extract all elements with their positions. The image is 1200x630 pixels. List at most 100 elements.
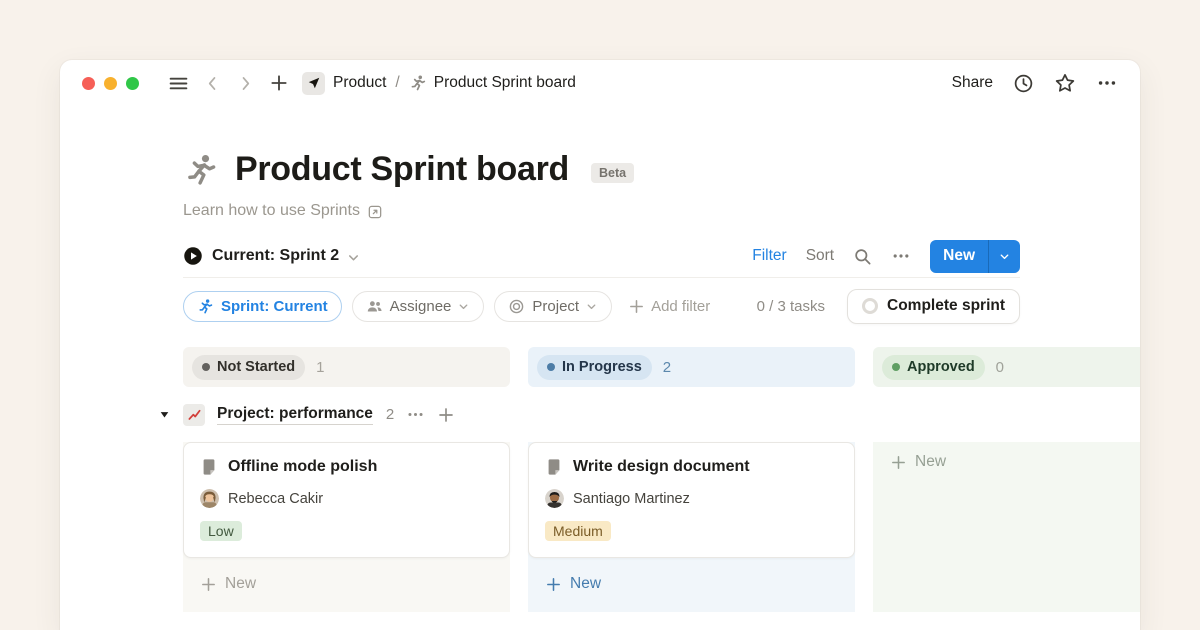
beta-badge: Beta xyxy=(591,163,634,183)
breadcrumb-workspace[interactable]: Product xyxy=(333,74,386,92)
new-page-icon[interactable] xyxy=(269,73,289,93)
chevron-down-icon xyxy=(346,250,361,265)
column-count: 0 xyxy=(996,359,1004,376)
target-icon xyxy=(508,298,525,315)
group-more-icon[interactable] xyxy=(406,405,425,424)
filter-chip-project[interactable]: Project xyxy=(494,291,612,322)
page-runner-icon[interactable] xyxy=(183,152,219,188)
filter-button[interactable]: Filter xyxy=(752,247,786,265)
view-selector-label: Current: Sprint 2 xyxy=(212,247,339,265)
new-dropdown-chevron-icon[interactable] xyxy=(988,240,1020,273)
chevron-down-icon xyxy=(457,300,470,313)
column-count: 1 xyxy=(316,359,324,376)
people-icon xyxy=(366,298,383,315)
status-label: In Progress xyxy=(562,359,642,375)
help-link-label: Learn how to use Sprints xyxy=(183,202,360,220)
new-button[interactable]: New xyxy=(930,240,1020,273)
add-filter-button[interactable]: Add filter xyxy=(628,298,710,315)
group-add-icon[interactable] xyxy=(437,406,455,424)
zoom-window-button[interactable] xyxy=(126,77,139,90)
card-assignee: Santiago Martinez xyxy=(573,491,690,507)
filter-chip-sprint[interactable]: Sprint: Current xyxy=(183,291,342,322)
plus-icon xyxy=(200,576,217,593)
breadcrumb-separator: / xyxy=(395,74,399,92)
status-dot-icon xyxy=(547,363,555,371)
app-window: Product / Product Sprint board Share Pro… xyxy=(60,60,1140,630)
new-button-label: New xyxy=(930,240,988,273)
chevron-down-icon xyxy=(585,300,598,313)
updates-clock-icon[interactable] xyxy=(1013,73,1034,94)
help-link[interactable]: Learn how to use Sprints xyxy=(183,202,383,220)
avatar xyxy=(200,489,219,508)
group-collapse-toggle[interactable] xyxy=(158,408,171,421)
add-filter-label: Add filter xyxy=(651,298,710,315)
close-window-button[interactable] xyxy=(82,77,95,90)
status-badge-in-progress[interactable]: In Progress xyxy=(537,355,652,380)
plus-icon xyxy=(628,298,645,315)
runner-icon xyxy=(197,298,214,315)
card-title: Write design document xyxy=(573,458,750,476)
filter-chip-assignee[interactable]: Assignee xyxy=(352,291,485,322)
card-offline-mode-polish[interactable]: Offline mode polish xyxy=(183,442,510,558)
play-circle-icon xyxy=(183,246,203,266)
column-count: 2 xyxy=(663,359,671,376)
top-bar-actions: Share xyxy=(952,72,1118,94)
add-card-label: New xyxy=(225,575,256,593)
avatar xyxy=(545,489,564,508)
add-card-label: New xyxy=(915,453,946,471)
favorite-star-icon[interactable] xyxy=(1054,72,1076,94)
plus-icon xyxy=(890,454,907,471)
card-write-design-document[interactable]: Write design document xyxy=(528,442,855,558)
page-header: Product Sprint board Beta xyxy=(183,150,1020,189)
external-link-icon xyxy=(367,204,383,220)
sort-button[interactable]: Sort xyxy=(806,247,834,265)
runner-icon xyxy=(409,74,427,92)
group-label[interactable]: Project: performance xyxy=(217,405,373,425)
progress-ring-icon xyxy=(862,298,878,314)
filter-chip-assignee-label: Assignee xyxy=(390,298,452,315)
status-badge-approved[interactable]: Approved xyxy=(882,355,985,380)
kanban-board: Not Started 1 In Progress 2 Approved 0 xyxy=(158,347,1140,612)
breadcrumb-page[interactable]: Product Sprint board xyxy=(434,74,576,92)
page-title: Product Sprint board xyxy=(235,150,569,189)
filter-chip-sprint-label: Sprint: Current xyxy=(221,298,328,315)
column-header-approved: Approved 0 xyxy=(873,347,1140,387)
complete-sprint-button[interactable]: Complete sprint xyxy=(847,289,1020,324)
add-card-button-in-progress[interactable]: New xyxy=(528,575,855,593)
card-title: Offline mode polish xyxy=(228,458,377,476)
board-column-headers: Not Started 1 In Progress 2 Approved 0 xyxy=(158,347,1140,387)
view-selector[interactable]: Current: Sprint 2 xyxy=(183,246,361,266)
back-icon[interactable] xyxy=(203,74,222,93)
more-icon[interactable] xyxy=(1096,72,1118,94)
column-approved: New xyxy=(873,442,1140,612)
column-header-in-progress: In Progress 2 xyxy=(528,347,855,387)
board-column-bodies: Offline mode polish xyxy=(158,442,1140,612)
share-button[interactable]: Share xyxy=(952,74,993,92)
status-badge-not-started[interactable]: Not Started xyxy=(192,355,305,380)
column-in-progress: Write design document xyxy=(528,442,855,612)
forward-icon[interactable] xyxy=(236,74,255,93)
chart-icon xyxy=(183,404,205,426)
complete-sprint-label: Complete sprint xyxy=(887,297,1005,315)
add-card-button-not-started[interactable]: New xyxy=(183,575,510,593)
group-count: 2 xyxy=(386,406,394,423)
priority-tag: Low xyxy=(200,521,242,541)
column-not-started: Offline mode polish xyxy=(183,442,510,612)
filter-bar: Sprint: Current Assignee Project Add fil… xyxy=(183,289,1020,323)
status-dot-icon xyxy=(202,363,210,371)
window-controls xyxy=(82,77,139,90)
status-label: Not Started xyxy=(217,359,295,375)
breadcrumb: Product / Product Sprint board xyxy=(333,74,576,92)
more-icon[interactable] xyxy=(891,246,911,266)
card-assignee: Rebecca Cakir xyxy=(228,491,323,507)
plus-icon xyxy=(545,576,562,593)
page-icon xyxy=(200,458,218,476)
workspace-icon[interactable] xyxy=(302,72,325,95)
search-icon[interactable] xyxy=(853,247,872,266)
add-card-label: New xyxy=(570,575,601,593)
minimize-window-button[interactable] xyxy=(104,77,117,90)
add-card-button-approved[interactable]: New xyxy=(873,453,1140,471)
sidebar-menu-icon[interactable] xyxy=(168,73,189,94)
toolbar-actions: Filter Sort New xyxy=(752,240,1020,273)
view-toolbar: Current: Sprint 2 Filter Sort New xyxy=(183,242,1020,278)
